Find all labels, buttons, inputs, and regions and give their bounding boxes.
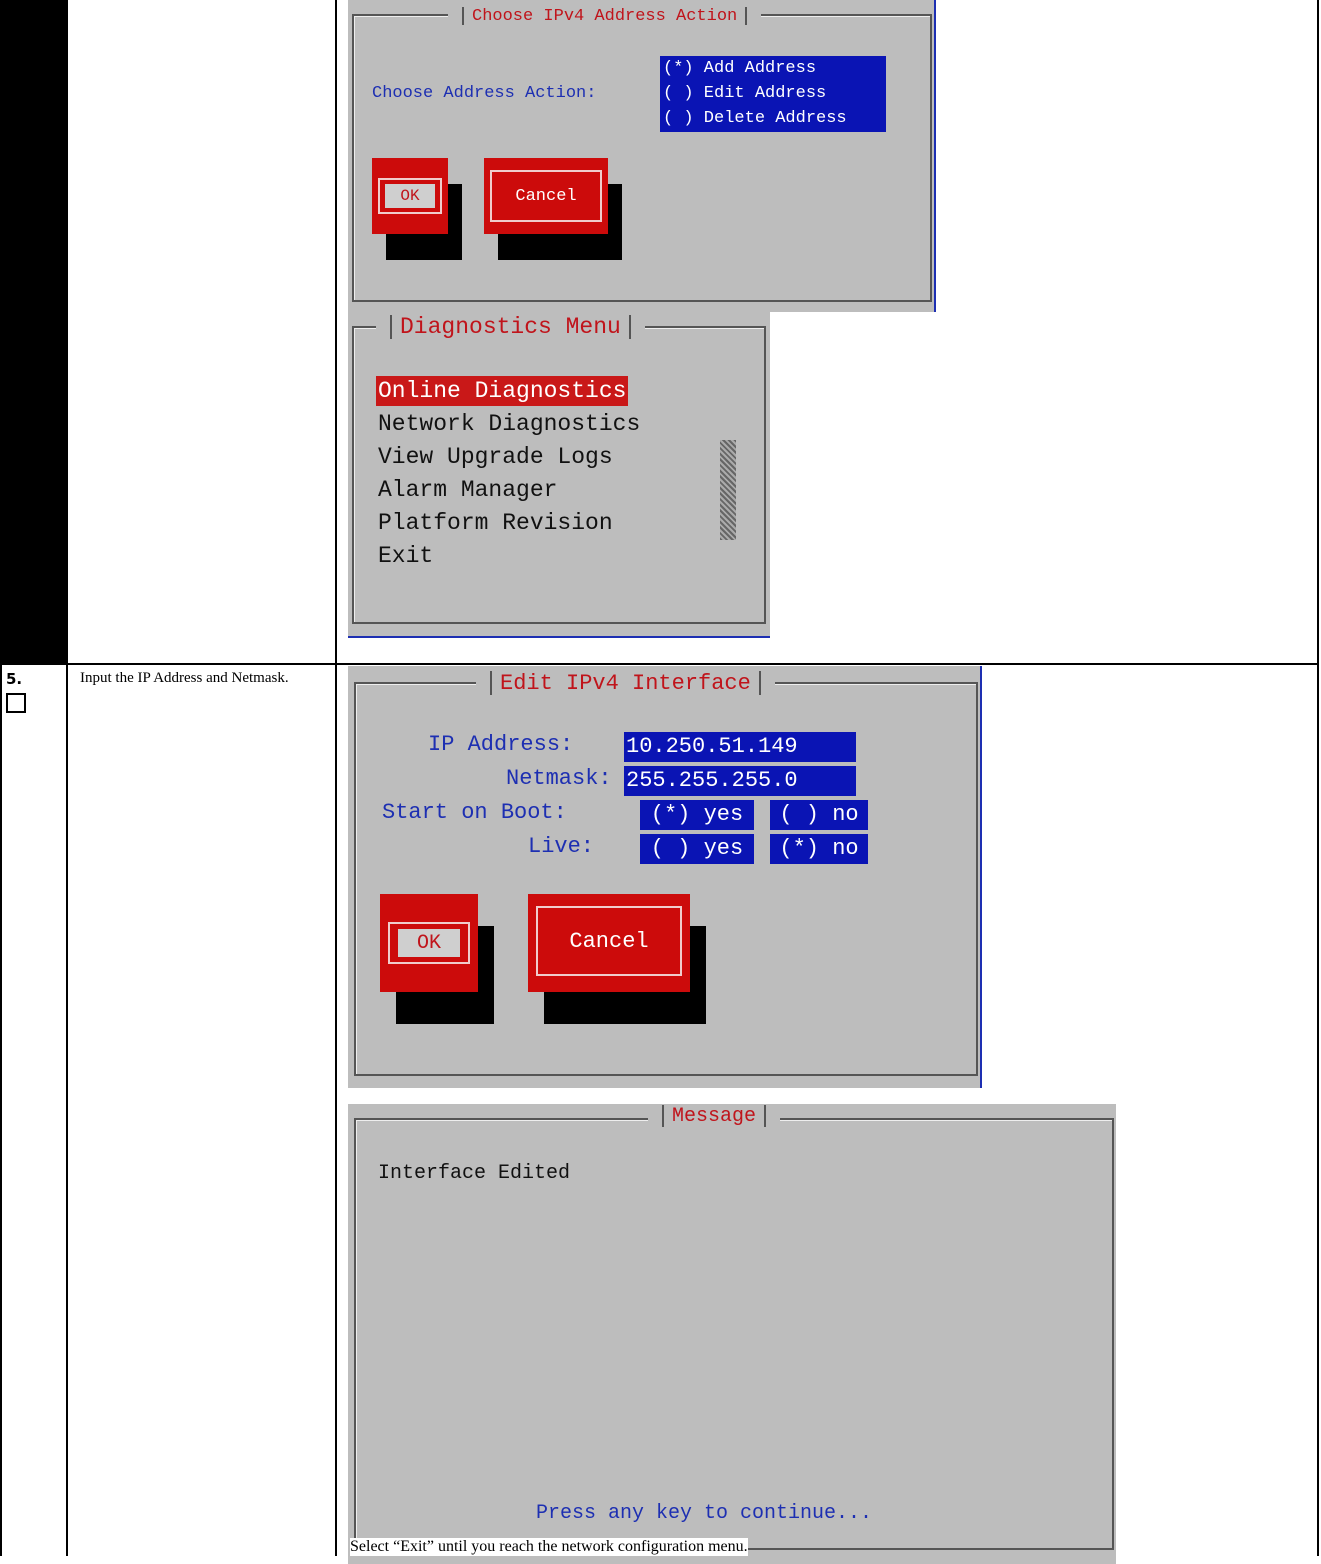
menu-item-view-upgrade-logs[interactable]: View Upgrade Logs [378, 442, 613, 472]
dialog-right-edge [934, 0, 936, 312]
start-on-boot-label: Start on Boot: [382, 800, 567, 825]
start-on-boot-yes-radio[interactable]: (*) yes [640, 800, 754, 830]
netmask-input[interactable]: 255.255.255.0 [624, 766, 856, 796]
table-border [0, 663, 1319, 665]
step-instruction: Input the IP Address and Netmask. [80, 670, 289, 686]
ok-button-label: OK [398, 929, 460, 957]
ok-button-label: OK [385, 184, 435, 208]
table-border [66, 0, 68, 1556]
menu-item-network-diagnostics[interactable]: Network Diagnostics [378, 409, 640, 439]
ip-address-label: IP Address: [428, 732, 574, 757]
option-edit-address[interactable]: ( ) Edit Address [660, 81, 886, 106]
choose-ipv4-dialog: Choose IPv4 Address Action Choose Addres… [348, 0, 936, 312]
cancel-button-label: Cancel [536, 906, 682, 976]
dialog-right-edge [980, 666, 982, 1088]
table-border [0, 664, 2, 1556]
table-border [1317, 0, 1319, 1556]
table-border [335, 0, 337, 1556]
live-no-radio[interactable]: (*) no [770, 834, 868, 864]
edit-ipv4-dialog: Edit IPv4 Interface IP Address: 10.250.5… [348, 666, 982, 1088]
menu-scrollbar[interactable] [720, 440, 736, 540]
cancel-button[interactable]: Cancel [484, 158, 608, 234]
continue-prompt: Press any key to continue... [536, 1502, 873, 1525]
dialog-title: Message [648, 1104, 781, 1130]
menu-item-online-diagnostics[interactable]: Online Diagnostics [376, 376, 629, 406]
dialog-bottom-edge [348, 636, 770, 638]
footer-note: Select “Exit” until you reach the networ… [350, 1538, 748, 1556]
dialog-title: Edit IPv4 Interface [476, 670, 775, 698]
left-black-column [0, 0, 66, 664]
option-delete-address[interactable]: ( ) Delete Address [660, 106, 886, 131]
cancel-button[interactable]: Cancel [528, 894, 690, 992]
address-action-list[interactable]: (*) Add Address ( ) Edit Address ( ) Del… [660, 56, 886, 132]
message-dialog: Message Interface Edited Press any key t… [348, 1104, 1116, 1564]
message-body: Interface Edited [378, 1162, 571, 1185]
netmask-label: Netmask: [506, 766, 612, 791]
ip-address-input[interactable]: 10.250.51.149 [624, 732, 856, 762]
ok-button[interactable]: OK [372, 158, 448, 234]
ok-button[interactable]: OK [380, 894, 478, 992]
step-checkbox[interactable] [6, 693, 26, 713]
start-on-boot-no-radio[interactable]: ( ) no [770, 800, 868, 830]
live-label: Live: [528, 834, 595, 859]
address-action-label: Choose Address Action: [372, 84, 597, 103]
step-number: 5. [6, 670, 23, 688]
live-yes-radio[interactable]: ( ) yes [640, 834, 754, 864]
menu-item-platform-revision[interactable]: Platform Revision [378, 508, 613, 538]
option-add-address[interactable]: (*) Add Address [660, 56, 886, 81]
cancel-button-label: Cancel [490, 170, 602, 222]
menu-item-exit[interactable]: Exit [378, 541, 433, 571]
menu-item-alarm-manager[interactable]: Alarm Manager [378, 475, 557, 505]
dialog-title: Choose IPv4 Address Action [448, 6, 762, 28]
dialog-title: Diagnostics Menu [376, 312, 645, 342]
